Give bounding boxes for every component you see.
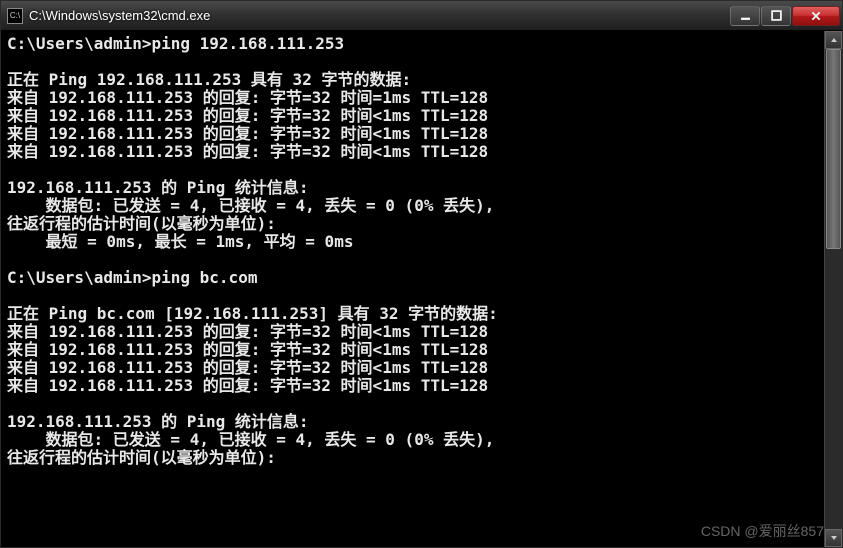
- cmd-window: C:\ C:\Windows\system32\cmd.exe C:\Users…: [0, 0, 843, 548]
- chevron-down-icon: [830, 534, 838, 542]
- output-line: 正在 Ping 192.168.111.253 具有 32 字节的数据:: [7, 70, 411, 89]
- titlebar[interactable]: C:\ C:\Windows\system32\cmd.exe: [1, 1, 842, 31]
- close-button[interactable]: [792, 6, 840, 26]
- window-title: C:\Windows\system32\cmd.exe: [29, 8, 730, 23]
- output-line: 往返行程的估计时间(以毫秒为单位):: [7, 214, 276, 233]
- output-line: 正在 Ping bc.com [192.168.111.253] 具有 32 字…: [7, 304, 498, 323]
- scroll-up-button[interactable]: [825, 31, 842, 49]
- output-line: 来自 192.168.111.253 的回复: 字节=32 时间<1ms TTL…: [7, 358, 488, 377]
- output-line: 来自 192.168.111.253 的回复: 字节=32 时间<1ms TTL…: [7, 376, 488, 395]
- terminal-area[interactable]: C:\Users\admin>ping 192.168.111.253 正在 P…: [1, 31, 842, 547]
- scroll-down-button[interactable]: [825, 529, 842, 547]
- minimize-icon: [740, 10, 751, 21]
- output-line: 来自 192.168.111.253 的回复: 字节=32 时间<1ms TTL…: [7, 142, 488, 161]
- output-line: 数据包: 已发送 = 4, 已接收 = 4, 丢失 = 0 (0% 丢失),: [7, 430, 494, 449]
- output-line: C:\Users\admin>ping 192.168.111.253: [7, 34, 344, 53]
- output-line: 来自 192.168.111.253 的回复: 字节=32 时间<1ms TTL…: [7, 124, 488, 143]
- output-line: 来自 192.168.111.253 的回复: 字节=32 时间<1ms TTL…: [7, 340, 488, 359]
- output-line: 192.168.111.253 的 Ping 统计信息:: [7, 412, 309, 431]
- minimize-button[interactable]: [730, 6, 760, 26]
- output-line: 最短 = 0ms, 最长 = 1ms, 平均 = 0ms: [7, 232, 353, 251]
- output-line: 192.168.111.253 的 Ping 统计信息:: [7, 178, 309, 197]
- output-line: 来自 192.168.111.253 的回复: 字节=32 时间<1ms TTL…: [7, 106, 488, 125]
- scroll-track[interactable]: [825, 49, 842, 529]
- cmd-icon: C:\: [7, 8, 23, 24]
- terminal-output: C:\Users\admin>ping 192.168.111.253 正在 P…: [7, 35, 836, 467]
- maximize-icon: [771, 10, 782, 21]
- output-line: 数据包: 已发送 = 4, 已接收 = 4, 丢失 = 0 (0% 丢失),: [7, 196, 494, 215]
- output-line: 来自 192.168.111.253 的回复: 字节=32 时间<1ms TTL…: [7, 322, 488, 341]
- vertical-scrollbar[interactable]: [824, 31, 842, 547]
- output-line: 来自 192.168.111.253 的回复: 字节=32 时间=1ms TTL…: [7, 88, 488, 107]
- scroll-thumb[interactable]: [826, 49, 841, 249]
- output-line: 往返行程的估计时间(以毫秒为单位):: [7, 448, 276, 467]
- maximize-button[interactable]: [761, 6, 791, 26]
- close-icon: [810, 10, 822, 22]
- window-controls: [730, 6, 840, 26]
- chevron-up-icon: [830, 36, 838, 44]
- output-line: C:\Users\admin>ping bc.com: [7, 268, 257, 287]
- watermark-text: CSDN @爱丽丝857: [701, 521, 824, 541]
